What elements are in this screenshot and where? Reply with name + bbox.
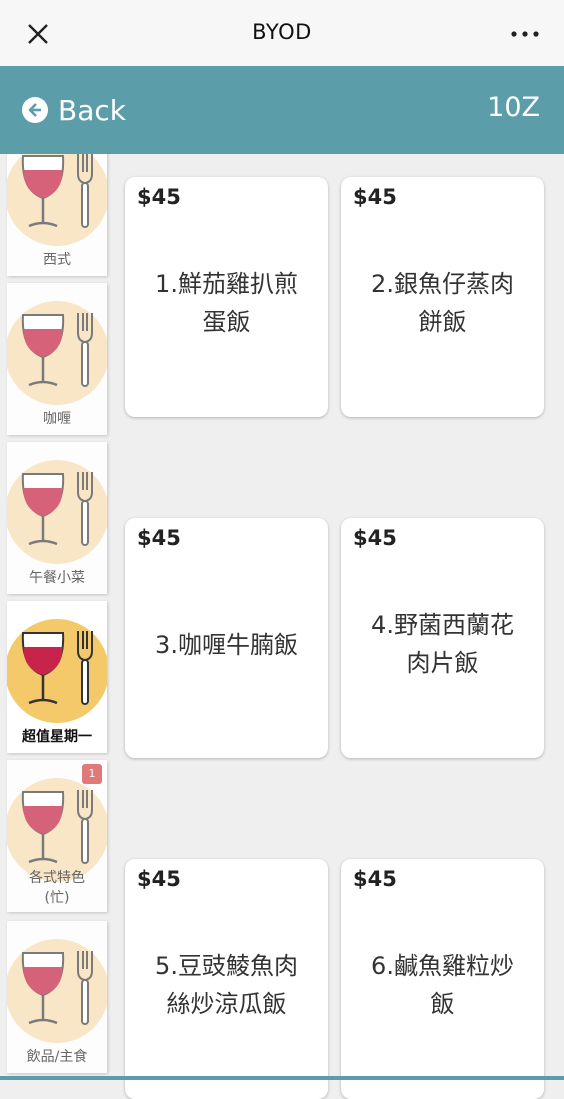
item-name: 4.野菌西蘭花 肉片飯 <box>371 611 514 677</box>
category-label-line1: 各式特色 <box>29 870 85 886</box>
back-label: Back <box>58 93 126 127</box>
item-name: 2.銀魚仔蒸肉 餅飯 <box>371 270 514 336</box>
menu-item-card[interactable]: $45 5.豆豉鯪魚肉 絲炒涼瓜飯 <box>125 859 328 1099</box>
fork-icon <box>77 631 93 705</box>
item-price: $45 <box>137 185 181 209</box>
table-number: 10Z <box>487 92 540 123</box>
menu-item-card[interactable]: $45 2.銀魚仔蒸肉 餅飯 <box>341 177 544 417</box>
back-arrow-icon <box>22 97 48 123</box>
category-monday-special[interactable]: 超值星期一 <box>7 601 107 753</box>
back-button[interactable]: Back <box>22 90 126 130</box>
menu-item-card[interactable]: $45 4.野菌西蘭花 肉片飯 <box>341 518 544 758</box>
menu-item-card[interactable]: $45 6.鹹魚雞粒炒 飯 <box>341 859 544 1099</box>
category-drinks-staples[interactable]: 飲品/主食 <box>7 921 107 1073</box>
fork-icon <box>77 790 93 864</box>
wine-glass-icon <box>21 155 65 228</box>
category-label: 飲品/主食 <box>26 1049 88 1065</box>
wine-glass-icon <box>21 314 65 387</box>
category-label-line2: (忙) <box>44 890 70 906</box>
item-name: 6.鹹魚雞粒炒 飯 <box>371 952 514 1018</box>
fork-icon <box>77 951 93 1025</box>
nav-bar: Back 10Z <box>0 66 564 154</box>
item-price: $45 <box>353 526 397 550</box>
category-label: 超值星期一 <box>22 729 92 745</box>
bottom-accent-line <box>0 1076 564 1080</box>
item-name: 5.豆豉鯪魚肉 絲炒涼瓜飯 <box>155 952 298 1018</box>
category-western[interactable]: 西式 <box>7 154 107 276</box>
category-specialties[interactable]: 1 各式特色 (忙) <box>7 760 107 912</box>
category-label: 西式 <box>43 252 71 268</box>
wine-glass-icon <box>21 473 65 546</box>
fork-icon <box>77 154 93 228</box>
category-sidebar: 西式 咖喱 午餐小菜 超值星期一 1 各式特色 (忙) 飲品/主食 <box>0 154 112 1080</box>
fork-icon <box>77 472 93 546</box>
item-price: $45 <box>137 526 181 550</box>
item-price: $45 <box>353 867 397 891</box>
wine-glass-icon <box>21 791 65 864</box>
category-curry[interactable]: 咖喱 <box>7 283 107 435</box>
category-lunch-dishes[interactable]: 午餐小菜 <box>7 442 107 594</box>
item-price: $45 <box>137 867 181 891</box>
category-label: 各式特色 (忙) <box>7 868 107 908</box>
count-badge: 1 <box>82 764 102 784</box>
fork-icon <box>77 313 93 387</box>
item-name: 3.咖喱牛腩飯 <box>155 631 298 659</box>
menu-item-card[interactable]: $45 1.鮮茄雞扒煎 蛋飯 <box>125 177 328 417</box>
category-label: 咖喱 <box>43 411 71 427</box>
category-label: 午餐小菜 <box>29 570 85 586</box>
menu-item-card[interactable]: $45 3.咖喱牛腩飯 <box>125 518 328 758</box>
more-icon[interactable] <box>508 22 542 46</box>
window-title: BYOD <box>252 20 312 44</box>
wine-glass-icon <box>21 952 65 1025</box>
item-name: 1.鮮茄雞扒煎 蛋飯 <box>155 270 298 336</box>
wine-glass-icon <box>21 632 65 705</box>
item-price: $45 <box>353 185 397 209</box>
title-bar: BYOD <box>0 0 564 66</box>
